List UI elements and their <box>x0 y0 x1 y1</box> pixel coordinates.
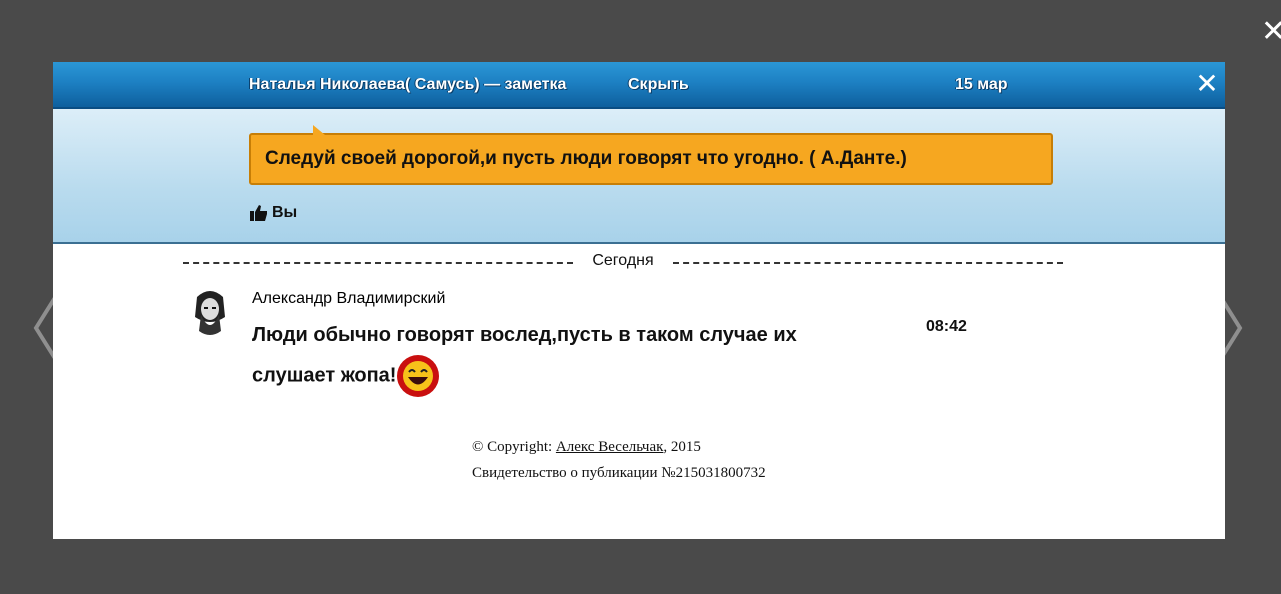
note-modal: Наталья Николаева( Самусь) — заметка Скр… <box>53 62 1225 539</box>
separator-line <box>183 262 573 264</box>
thumbs-up-icon <box>250 205 267 221</box>
copyright-year: , 2015 <box>663 439 701 455</box>
bubble-tail <box>313 125 325 135</box>
note-area: Следуй своей дорогой,и пусть люди говоря… <box>53 109 1225 244</box>
comment-time: 08:42 <box>926 318 967 335</box>
day-separator-label: Сегодня <box>592 252 654 269</box>
copyright-footer: © Copyright: Алекс Весельчак, 2015 Свиде… <box>472 434 838 486</box>
comment-text: Люди обычно говорят вослед,пусть в таком… <box>252 316 872 398</box>
note-text: Следуй своей дорогой,и пусть люди говоря… <box>265 148 907 169</box>
copyright-author-link[interactable]: Алекс Весельчак <box>556 439 664 455</box>
note-date: 15 мар <box>955 76 1008 93</box>
copyright-prefix: © Copyright: <box>472 439 556 455</box>
likes-button[interactable]: Вы <box>249 204 297 222</box>
note-author-link[interactable]: Наталья Николаева( Самусь) — заметка <box>249 76 566 94</box>
separator-line <box>673 262 1063 264</box>
hide-button[interactable]: Скрыть <box>628 76 689 94</box>
note-bubble: Следуй своей дорогой,и пусть люди говоря… <box>249 125 1053 185</box>
avatar[interactable] <box>189 287 231 339</box>
comment-body: Люди обычно говорят вослед,пусть в таком… <box>252 324 797 387</box>
likes-label: Вы <box>272 204 298 222</box>
publication-certificate: Свидетельство о публикации №215031800732 <box>472 465 766 481</box>
close-icon[interactable]: ✕ <box>1193 70 1221 98</box>
comment-author-link[interactable]: Александр Владимирский <box>252 290 445 308</box>
copyright-line: © Copyright: Алекс Весельчак, 2015 <box>472 434 838 460</box>
overlay-close-button[interactable]: ✕ <box>1261 14 1281 50</box>
laughing-emoji-icon <box>397 355 440 397</box>
modal-header: Наталья Николаева( Самусь) — заметка Скр… <box>53 62 1225 109</box>
day-separator: Сегодня <box>183 252 1063 272</box>
